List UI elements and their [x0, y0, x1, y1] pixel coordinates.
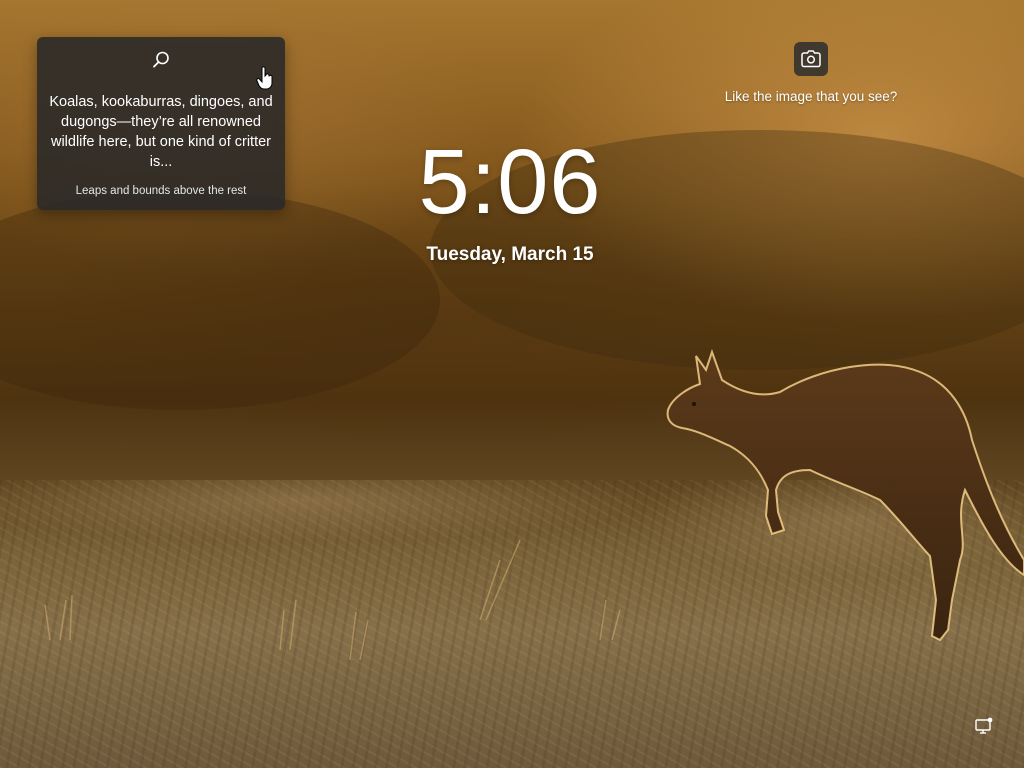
spotlight-caption: Leaps and bounds above the rest [75, 185, 247, 197]
kangaroo [666, 348, 1024, 642]
camera-button[interactable] [794, 42, 828, 76]
like-image-label[interactable]: Like the image that you see? [700, 89, 922, 104]
spotlight-text: Koalas, kookaburras, dingoes, and dugong… [49, 94, 273, 170]
lock-screen-time: 5:06 [418, 131, 602, 233]
hand-cursor-icon [256, 66, 273, 90]
network-icon[interactable] [974, 716, 994, 736]
camera-icon [801, 50, 821, 68]
spotlight-info-card[interactable]: Koalas, kookaburras, dingoes, and dugong… [37, 37, 285, 210]
search-icon[interactable] [150, 49, 172, 71]
lock-screen[interactable]: Koalas, kookaburras, dingoes, and dugong… [0, 0, 1024, 768]
lock-screen-date: Tuesday, March 15 [426, 244, 594, 265]
